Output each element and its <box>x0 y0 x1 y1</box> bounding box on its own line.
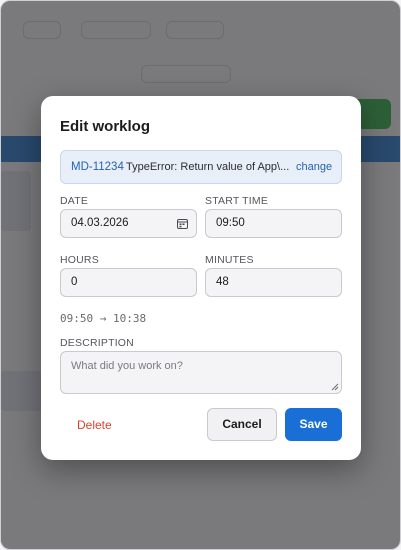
dialog-title: Edit worklog <box>60 118 150 135</box>
change-issue-link[interactable]: change <box>296 151 332 183</box>
minutes-label: MINUTES <box>205 254 254 266</box>
date-label: DATE <box>60 195 89 207</box>
issue-summary: TypeError: Return value of App\... <box>126 161 290 173</box>
start-time-label: START TIME <box>205 195 269 207</box>
resize-grip-icon[interactable] <box>330 382 339 391</box>
description-placeholder: What did you work on? <box>71 360 183 372</box>
calendar-icon[interactable] <box>177 218 188 229</box>
issue-key[interactable]: MD-11234 <box>71 151 124 183</box>
issue-selector: MD-11234 TypeError: Return value of App\… <box>60 150 342 184</box>
description-label: DESCRIPTION <box>60 337 134 349</box>
date-value: 04.03.2026 <box>71 217 129 229</box>
cancel-button[interactable]: Cancel <box>207 408 277 441</box>
time-range-summary: 09:50 → 10:38 <box>60 312 147 325</box>
edit-worklog-dialog: Edit worklog MD-11234 TypeError: Return … <box>41 96 361 460</box>
delete-button[interactable]: Delete <box>77 418 112 432</box>
hours-label: HOURS <box>60 254 99 266</box>
save-button[interactable]: Save <box>285 408 342 441</box>
minutes-value: 48 <box>216 276 229 288</box>
hours-field[interactable]: 0 <box>60 268 197 297</box>
hours-value: 0 <box>71 276 78 288</box>
minutes-field[interactable]: 48 <box>205 268 342 297</box>
start-time-value: 09:50 <box>216 217 245 229</box>
date-field[interactable]: 04.03.2026 <box>60 209 197 238</box>
start-time-field[interactable]: 09:50 <box>205 209 342 238</box>
description-field[interactable]: What did you work on? <box>60 351 342 394</box>
